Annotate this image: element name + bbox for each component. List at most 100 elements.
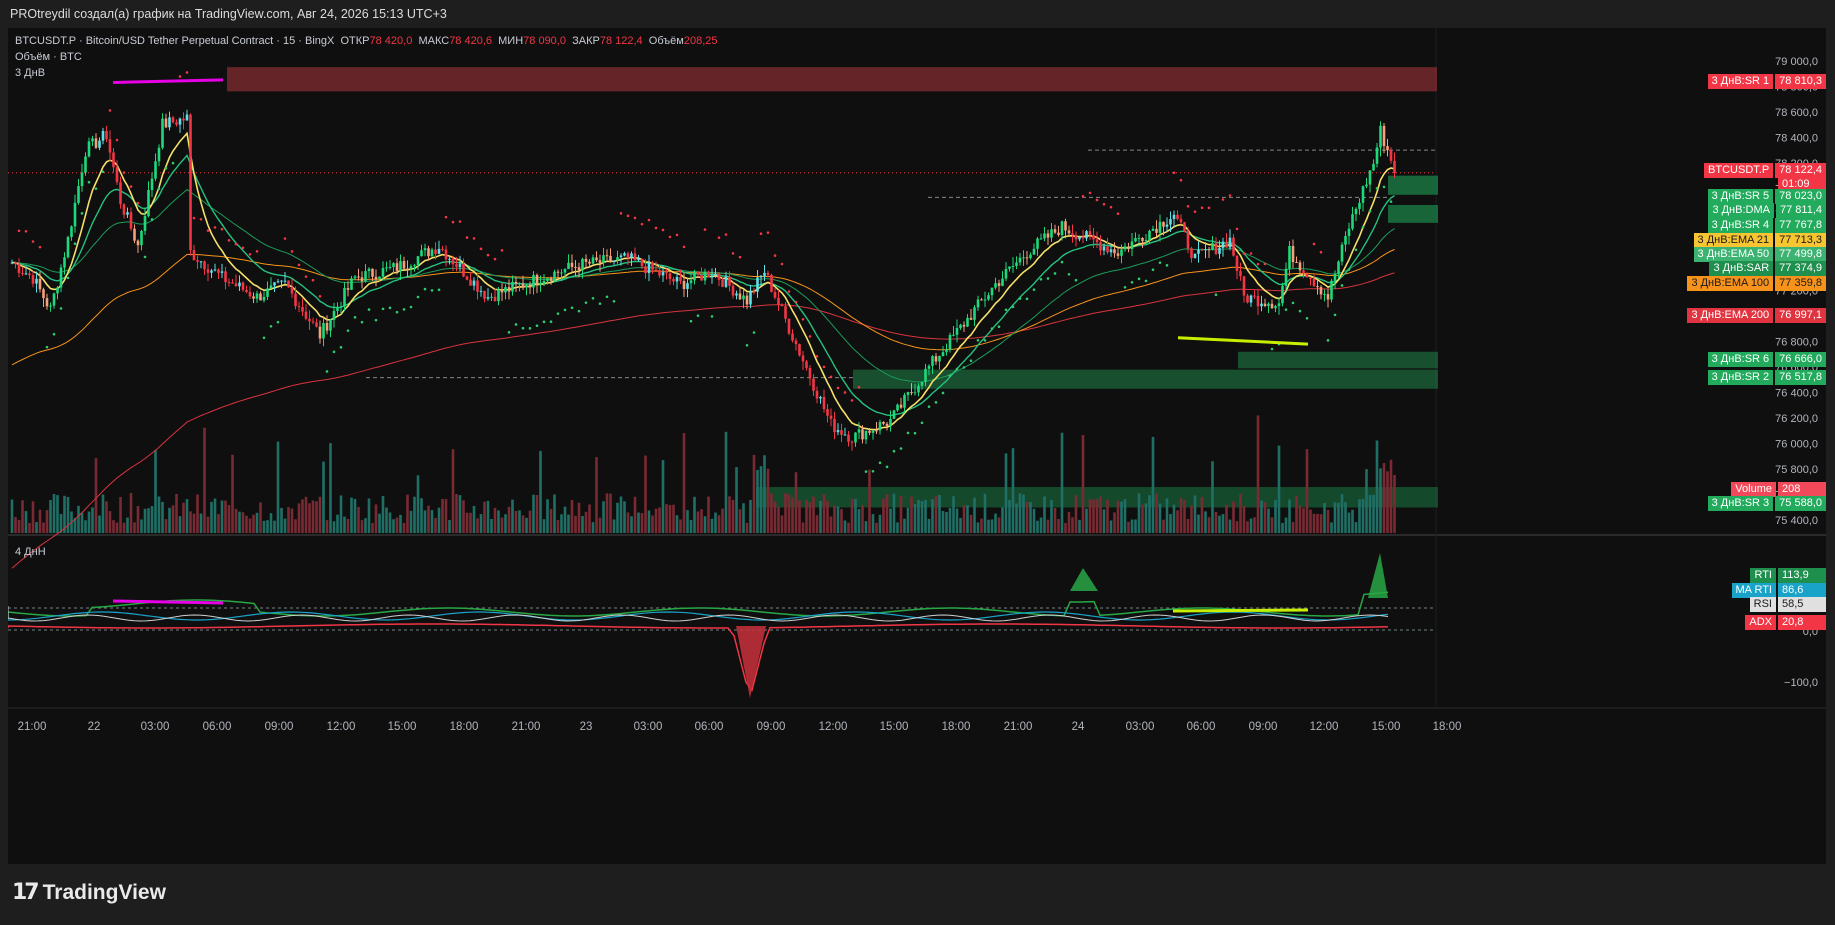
candle-body bbox=[402, 261, 406, 269]
sar-dot bbox=[472, 237, 476, 240]
price-tag-value: 76 997,1 bbox=[1775, 308, 1826, 323]
volume-bar bbox=[1190, 505, 1193, 533]
rti-positive-spike bbox=[1070, 568, 1098, 591]
time-axis-label: 15:00 bbox=[880, 721, 909, 733]
price-tag[interactable]: 3 ДнВ:EMA 200 76 997,1 bbox=[1687, 308, 1826, 323]
candle-body bbox=[357, 276, 360, 278]
volume-bar bbox=[567, 514, 570, 533]
volume-bar bbox=[339, 495, 343, 533]
candle-body bbox=[521, 283, 525, 288]
volume-bar bbox=[1242, 505, 1246, 533]
candle-body bbox=[588, 261, 591, 264]
candle-body bbox=[794, 340, 798, 345]
volume-bar bbox=[1316, 513, 1319, 533]
candle-body bbox=[192, 250, 196, 261]
price-tag[interactable]: 3 ДнВ:SR 2 76 517,8 bbox=[1707, 370, 1826, 385]
candle-body bbox=[448, 258, 451, 260]
candle-body bbox=[294, 293, 297, 307]
volume-bar bbox=[882, 498, 885, 533]
volume-bar bbox=[1302, 508, 1305, 533]
sar-dot bbox=[654, 226, 658, 230]
volume-bar bbox=[602, 501, 605, 533]
price-tag[interactable]: Volume 208 bbox=[1731, 482, 1826, 497]
candle-body bbox=[658, 270, 661, 276]
candle-body bbox=[1064, 221, 1067, 231]
price-tag[interactable]: BTCUSDT.P 78 122,4 01:09 bbox=[1704, 163, 1826, 191]
time-axis-label: 03:00 bbox=[141, 721, 170, 733]
candle-body bbox=[745, 295, 749, 305]
chart-frame[interactable]: 79 000,078 800,078 600,078 400,078 200,0… bbox=[8, 28, 1826, 864]
candle-body bbox=[1225, 241, 1228, 248]
candle-body bbox=[399, 261, 402, 272]
symbol-line[interactable]: BTCUSDT.P · Bitcoin/USD Tether Perpetual… bbox=[15, 35, 334, 47]
price-tag[interactable]: 3 ДнВ:SR 5 78 023,0 bbox=[1707, 189, 1826, 204]
candle-body bbox=[1309, 277, 1312, 279]
volume-bar bbox=[1323, 502, 1326, 533]
volume-bar bbox=[381, 495, 385, 533]
sar-dot bbox=[262, 336, 266, 340]
sar-dot bbox=[255, 250, 259, 253]
sar-dot bbox=[724, 233, 728, 236]
volume-bar bbox=[871, 514, 875, 533]
time-axis-label: 03:00 bbox=[634, 721, 663, 733]
price-tag-label: 3 ДнВ:SR 2 bbox=[1707, 370, 1774, 385]
osc-tag[interactable]: ADX 20,8 bbox=[1745, 615, 1826, 630]
volume-bar bbox=[780, 515, 784, 533]
volume-bar bbox=[406, 494, 409, 533]
volume-bar bbox=[504, 514, 507, 533]
volume-bar bbox=[591, 522, 595, 533]
candle-body bbox=[689, 280, 693, 284]
volume-legend[interactable]: Объём · BTC bbox=[15, 51, 82, 63]
candle-body bbox=[1253, 295, 1256, 297]
volume-bar bbox=[1148, 495, 1151, 533]
indicator-legend-main[interactable]: 3 ДнВ bbox=[15, 67, 45, 79]
volume-bar bbox=[1284, 517, 1288, 533]
candle-body bbox=[1295, 262, 1298, 264]
volume-bar bbox=[511, 499, 514, 533]
osc-tag[interactable]: RSI 58,5 bbox=[1749, 597, 1826, 612]
sar-dot bbox=[17, 229, 21, 233]
volume-bar bbox=[101, 494, 105, 533]
volume-bar bbox=[535, 495, 539, 533]
candle-body bbox=[1018, 257, 1022, 263]
candle-body bbox=[318, 326, 322, 339]
sar-dot bbox=[311, 278, 315, 282]
volume-bar bbox=[24, 511, 28, 533]
volume-bar bbox=[1281, 522, 1284, 533]
volume-bar bbox=[1109, 520, 1113, 533]
price-tag[interactable]: 3 ДнВ:EMA 21 77 713,3 bbox=[1693, 233, 1826, 248]
price-tag[interactable]: 3 ДнВ:SAR 77 374,9 bbox=[1709, 261, 1826, 276]
candle-body bbox=[1029, 254, 1032, 259]
price-tag[interactable]: 3 ДнВ:EMA 100 77 359,8 bbox=[1687, 276, 1826, 291]
volume-bar bbox=[126, 517, 129, 533]
chart-canvas[interactable]: 79 000,078 800,078 600,078 400,078 200,0… bbox=[8, 28, 1826, 864]
price-tag[interactable]: 3 ДнВ:SR 6 76 666,0 bbox=[1707, 352, 1826, 367]
osc-tag[interactable]: MA RTI 86,6 bbox=[1731, 583, 1826, 598]
price-tag[interactable]: 3 ДнВ:DMA 77 811,4 bbox=[1708, 203, 1826, 218]
tradingview-logo[interactable]: 17 TradingView bbox=[12, 880, 166, 905]
sar-dot bbox=[647, 218, 651, 222]
candle-body bbox=[833, 418, 836, 433]
candle-body bbox=[1393, 160, 1396, 174]
osc-tag[interactable]: RTI 113,9 bbox=[1750, 568, 1826, 583]
sar-dot bbox=[423, 287, 427, 291]
volume-bar bbox=[497, 510, 500, 533]
candle-body bbox=[1102, 246, 1106, 251]
price-tag[interactable]: 3 ДнВ:EMA 50 77 499,8 bbox=[1693, 247, 1826, 262]
volume-bar bbox=[1221, 514, 1225, 533]
candle-body bbox=[227, 282, 231, 284]
sar-dot bbox=[633, 216, 637, 220]
candle-body bbox=[91, 138, 94, 142]
candle-body bbox=[1043, 233, 1046, 239]
candle-body bbox=[108, 139, 112, 153]
volume-bar bbox=[1204, 511, 1207, 533]
indicator-legend-osc[interactable]: 4 ДнН bbox=[15, 546, 46, 558]
price-tag[interactable]: 3 ДнВ:SR 4 77 767,8 bbox=[1707, 218, 1826, 233]
price-tag[interactable]: 3 ДнВ:SR 3 75 588,0 bbox=[1707, 496, 1826, 511]
volume-bar bbox=[1179, 498, 1183, 533]
time-axis-label: 18:00 bbox=[450, 721, 479, 733]
volume-bar bbox=[1074, 495, 1078, 533]
price-tag[interactable]: 3 ДнВ:SR 1 78 810,3 bbox=[1707, 74, 1826, 89]
volume-bar bbox=[304, 496, 308, 533]
volume-bar bbox=[500, 517, 504, 533]
